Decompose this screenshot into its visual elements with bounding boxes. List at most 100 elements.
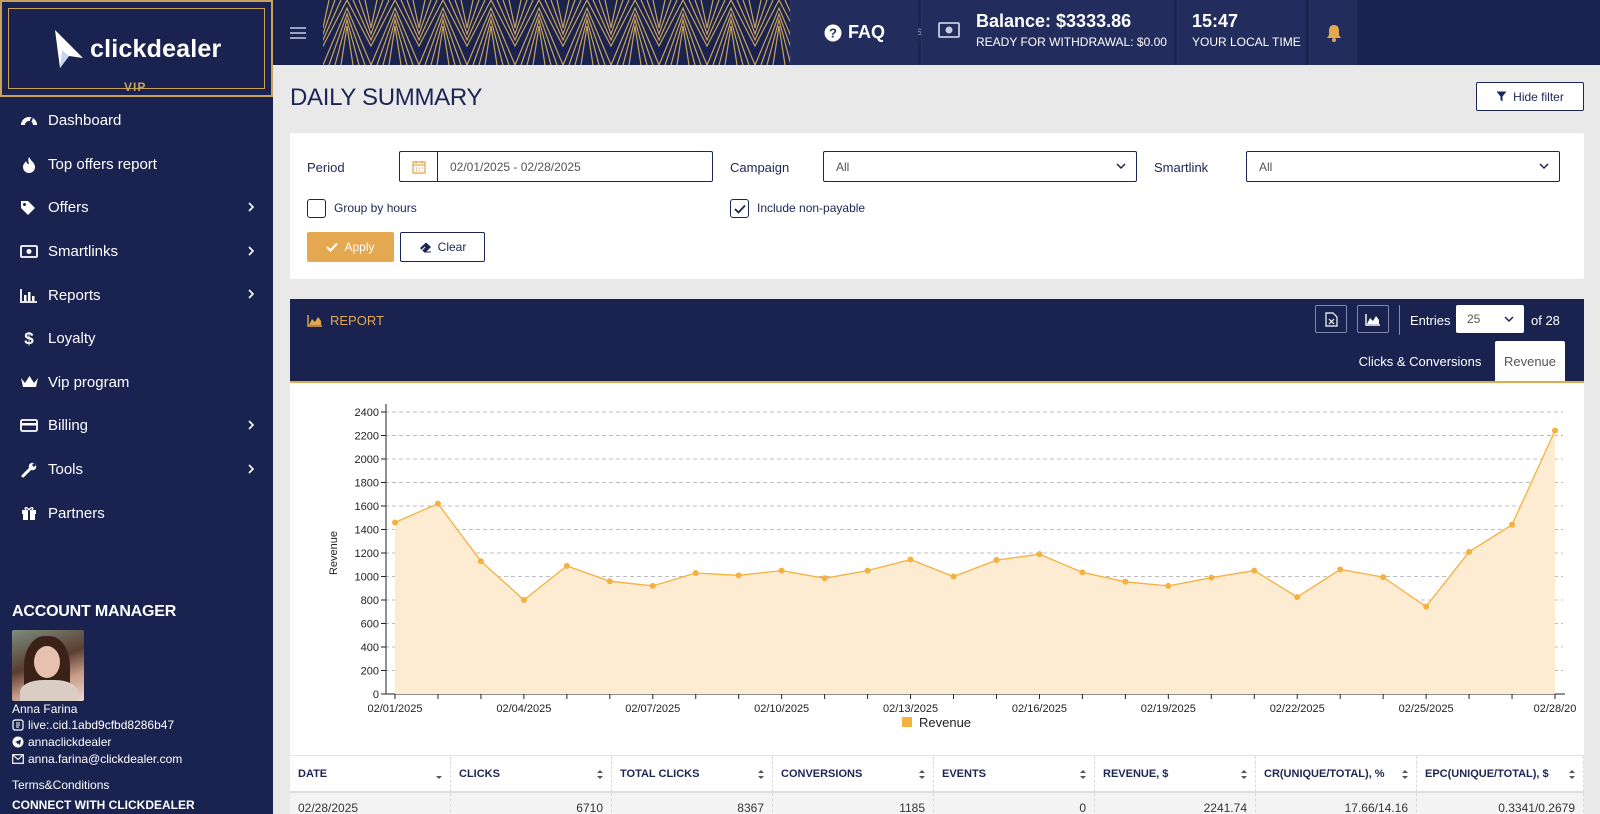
smartlink-select[interactable]: All bbox=[1246, 151, 1560, 182]
data-point[interactable] bbox=[1208, 574, 1215, 581]
data-point[interactable] bbox=[864, 567, 871, 574]
tab-revenue[interactable]: Revenue bbox=[1495, 341, 1565, 381]
calendar-button[interactable] bbox=[400, 152, 438, 181]
data-point[interactable] bbox=[1380, 574, 1387, 581]
legend-label[interactable]: Revenue bbox=[919, 715, 971, 730]
question-circle-icon: ? bbox=[824, 24, 842, 41]
tab-clicks-conversions[interactable]: Clicks & Conversions bbox=[1350, 341, 1490, 381]
dollar-icon: $ bbox=[24, 328, 34, 348]
data-point[interactable] bbox=[993, 557, 1000, 564]
column-header[interactable]: DATE bbox=[290, 756, 451, 792]
table-cell: 8367 bbox=[612, 793, 773, 814]
skype-contact[interactable]: live:.cid.1abd9cfbd8286b47 bbox=[12, 716, 262, 733]
data-point[interactable] bbox=[477, 558, 484, 565]
art-deco-pattern-icon bbox=[323, 0, 791, 65]
entries-value: 25 bbox=[1467, 312, 1481, 326]
period-field[interactable]: 02/01/2025 - 02/28/2025 bbox=[399, 151, 713, 182]
data-point[interactable] bbox=[563, 562, 570, 569]
sidebar-item-top-offers[interactable]: Top offers report bbox=[0, 143, 273, 187]
data-point[interactable] bbox=[392, 519, 398, 526]
sidebar-item-vip-program[interactable]: Vip program bbox=[0, 361, 273, 405]
data-point[interactable] bbox=[778, 567, 785, 574]
smartlink-label: Smartlink bbox=[1154, 160, 1209, 175]
include-non-payable-checkbox[interactable] bbox=[730, 199, 749, 218]
data-point[interactable] bbox=[434, 500, 441, 507]
data-point[interactable] bbox=[735, 572, 742, 579]
data-point[interactable] bbox=[1423, 603, 1430, 610]
campaign-select[interactable]: All bbox=[823, 151, 1137, 182]
sort-icon bbox=[758, 770, 764, 779]
data-point[interactable] bbox=[950, 573, 957, 580]
file-excel-icon bbox=[1324, 311, 1338, 327]
data-point[interactable] bbox=[1552, 427, 1558, 434]
clear-button[interactable]: Clear bbox=[400, 232, 485, 262]
data-point[interactable] bbox=[1251, 567, 1258, 574]
dashboard-icon bbox=[19, 112, 39, 130]
local-time-label: YOUR LOCAL TIME bbox=[1192, 35, 1301, 49]
sidebar-item-tools[interactable]: Tools bbox=[0, 448, 273, 492]
sidebar-item-dashboard[interactable]: Dashboard bbox=[0, 99, 273, 143]
entries-total: of 28 bbox=[1531, 313, 1560, 328]
data-point[interactable] bbox=[1122, 578, 1129, 585]
data-point[interactable] bbox=[649, 582, 656, 589]
data-point[interactable] bbox=[1165, 582, 1172, 589]
apply-button[interactable]: Apply bbox=[307, 232, 394, 262]
sidebar-item-reports[interactable]: Reports bbox=[0, 273, 273, 317]
notifications-button[interactable] bbox=[1309, 0, 1357, 65]
column-header[interactable]: EPC(UNIQUE/TOTAL), $ bbox=[1417, 756, 1584, 792]
data-point[interactable] bbox=[1337, 566, 1344, 573]
fire-icon bbox=[19, 155, 39, 173]
sort-icon bbox=[1241, 770, 1247, 779]
y-tick-label: 400 bbox=[361, 642, 379, 654]
data-point[interactable] bbox=[907, 556, 914, 563]
table-row[interactable]: 02/28/2025 6710 8367 1185 0 2241.74 17.66/14.1… bbox=[290, 793, 1584, 814]
table-cell: 0 bbox=[934, 793, 1095, 814]
data-point[interactable] bbox=[1079, 569, 1086, 576]
filter-panel: Period 02/01/2025 - 02/28/2025 Campaign … bbox=[290, 133, 1584, 279]
column-header[interactable]: TOTAL CLICKS bbox=[612, 756, 773, 792]
sidebar-item-loyalty[interactable]: $ Loyalty bbox=[0, 317, 273, 361]
column-header[interactable]: REVENUE, $ bbox=[1095, 756, 1256, 792]
column-header[interactable]: CONVERSIONS bbox=[773, 756, 934, 792]
data-point[interactable] bbox=[1509, 521, 1516, 528]
data-point[interactable] bbox=[1466, 548, 1473, 555]
terms-link[interactable]: Terms&Conditions bbox=[12, 778, 262, 792]
x-tick-label: 02/22/2025 bbox=[1270, 703, 1325, 715]
sort-desc-icon bbox=[436, 776, 442, 779]
data-point[interactable] bbox=[1294, 594, 1301, 601]
data-point[interactable] bbox=[606, 578, 613, 585]
wrench-icon bbox=[19, 461, 39, 479]
data-point[interactable] bbox=[520, 597, 527, 603]
sidebar-item-partners[interactable]: Partners bbox=[0, 491, 273, 535]
hide-filter-button[interactable]: Hide filter bbox=[1476, 82, 1584, 111]
export-excel-button[interactable] bbox=[1315, 305, 1347, 333]
toggle-chart-button[interactable] bbox=[1357, 305, 1389, 333]
column-header[interactable]: CR(UNIQUE/TOTAL), % bbox=[1256, 756, 1417, 792]
column-header[interactable]: EVENTS bbox=[934, 756, 1095, 792]
skype-icon bbox=[12, 718, 24, 731]
entries-select[interactable]: 25 bbox=[1456, 305, 1524, 333]
sidebar-item-billing[interactable]: Billing bbox=[0, 404, 273, 448]
sidebar-item-smartlinks[interactable]: Smartlinks bbox=[0, 230, 273, 274]
telegram-contact[interactable]: annaclickdealer bbox=[12, 733, 262, 750]
report-header: REPORT Entries 25 of 28 Clicks & Convers… bbox=[290, 299, 1584, 383]
vip-badge: VIP bbox=[124, 80, 147, 94]
email-contact[interactable]: anna.farina@clickdealer.com bbox=[12, 750, 262, 767]
report-title: REPORT bbox=[307, 313, 384, 328]
column-header[interactable]: CLICKS bbox=[451, 756, 612, 792]
menu-toggle-button[interactable] bbox=[273, 0, 323, 65]
data-point[interactable] bbox=[1036, 551, 1043, 558]
faq-button[interactable]: ? FAQ bbox=[790, 0, 918, 65]
sidebar-item-label: Reports bbox=[48, 286, 101, 304]
group-by-hours-checkbox[interactable] bbox=[307, 199, 326, 218]
data-point[interactable] bbox=[821, 575, 828, 582]
balance-panel[interactable]: Balance: $3333.86 READY FOR WITHDRAWAL: … bbox=[921, 0, 1174, 65]
table-cell: 0.3341/0.2679 bbox=[1417, 793, 1584, 814]
sidebar-item-offers[interactable]: Offers bbox=[0, 186, 273, 230]
data-point[interactable] bbox=[692, 569, 699, 576]
table-header: DATE CLICKS TOTAL CLICKS CONVERSIONS EVENTS R… bbox=[290, 755, 1584, 793]
gift-icon bbox=[19, 504, 39, 522]
sidebar-item-label: Billing bbox=[48, 417, 89, 435]
y-tick-label: 600 bbox=[361, 619, 379, 631]
logo[interactable]: clickdealer VIP bbox=[0, 0, 273, 97]
